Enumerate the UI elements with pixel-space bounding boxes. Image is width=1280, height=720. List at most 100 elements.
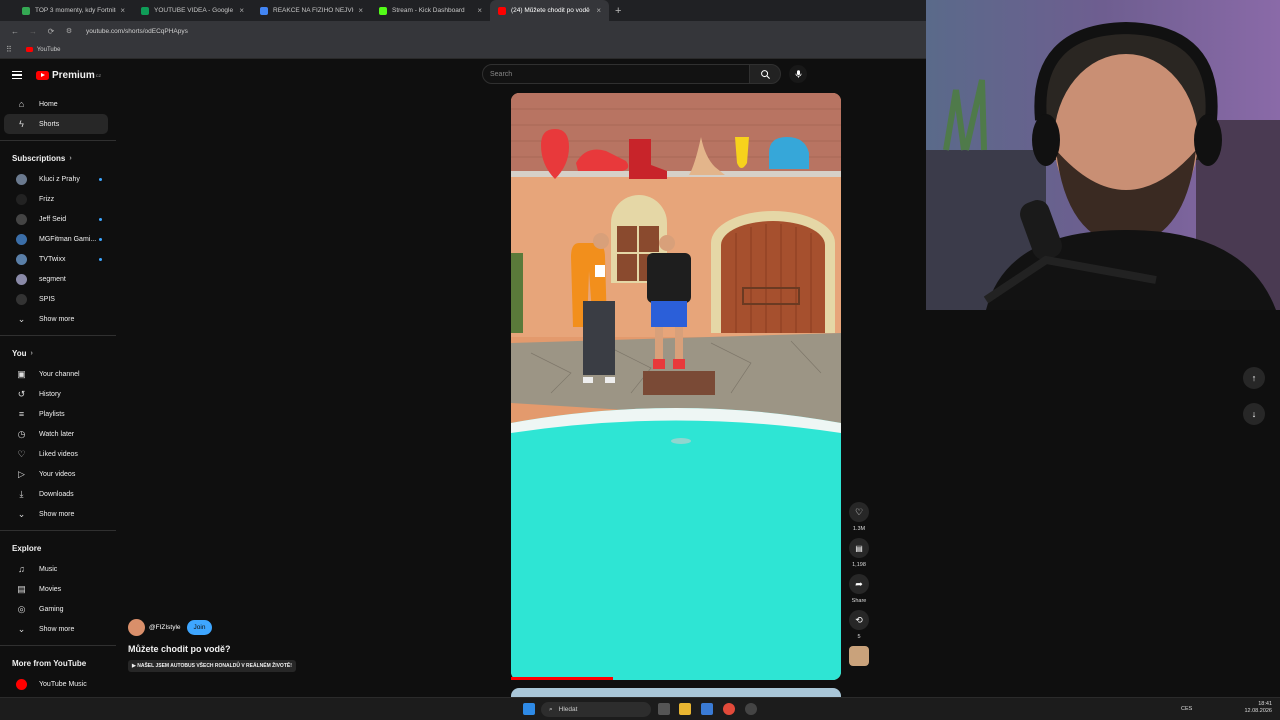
close-tab-icon[interactable]: × (596, 6, 601, 15)
close-tab-icon[interactable]: × (477, 6, 482, 15)
bookmark-youtube[interactable]: YouTube (37, 47, 61, 53)
channel-avatar (16, 193, 27, 205)
task-view-icon[interactable] (658, 703, 670, 715)
youtube-music-icon (16, 678, 27, 690)
next-short-button[interactable]: ↓ (1243, 403, 1265, 425)
menu-icon[interactable] (12, 71, 22, 79)
comment-icon: ▤ (855, 543, 863, 553)
browser-tab[interactable]: YOUTUBE VIDEA - Google Shee × (133, 0, 252, 21)
short-video-player[interactable] (511, 93, 841, 680)
new-content-indicator (99, 257, 102, 261)
shorts-icon: ϟ (19, 119, 24, 129)
search-input[interactable]: Search (482, 64, 750, 84)
sidebar-item-playlists[interactable]: ≡ Playlists (4, 404, 108, 424)
clock[interactable]: 18:41 12.08.2026 (1244, 701, 1272, 715)
you-show-more[interactable]: ⌄ Show more (4, 504, 108, 524)
subscription-item[interactable]: Kluci z Prahy (4, 169, 108, 189)
browser-tab[interactable]: (24) Můžete chodit po vodě × (490, 0, 609, 21)
sidebar-item-music[interactable]: ♫ Music (4, 559, 108, 579)
close-tab-icon[interactable]: × (358, 6, 363, 15)
input-language[interactable]: CES (1181, 706, 1192, 712)
reload-icon[interactable]: ⟳ (42, 27, 60, 36)
voice-search-button[interactable] (789, 65, 807, 83)
comments-button[interactable]: ▤ (849, 538, 869, 558)
previous-short-button[interactable]: ↑ (1243, 367, 1265, 389)
sidebar-item-your-channel[interactable]: ▣ Your channel (4, 364, 108, 384)
sidebar-item-label: History (39, 390, 61, 398)
back-icon[interactable]: ← (6, 27, 24, 36)
you-header[interactable]: You › (0, 342, 116, 364)
tab-favicon-icon (379, 6, 387, 15)
youtube-logo[interactable]: Premium CZ (36, 70, 101, 81)
sidebar-item-label: Your channel (39, 370, 80, 378)
subscriptions-header[interactable]: Subscriptions › (0, 147, 116, 169)
remix-count: 5 (857, 634, 861, 640)
new-tab-button[interactable]: + (615, 5, 621, 17)
sidebar-item-watch-later[interactable]: ◷ Watch later (4, 424, 108, 444)
close-tab-icon[interactable]: × (120, 6, 125, 15)
sound-thumbnail[interactable] (849, 646, 869, 666)
forward-icon[interactable]: → (24, 27, 42, 36)
app-icon[interactable] (745, 703, 757, 715)
share-label: Share (851, 598, 867, 604)
share-button[interactable]: ➦ (849, 574, 869, 594)
browser-tab[interactable]: TOP 3 momenty, kdy Fortnite S × (14, 0, 133, 21)
tab-favicon-icon (141, 6, 149, 15)
arrow-down-icon: ↓ (1251, 409, 1257, 419)
like-button[interactable]: ♡ (849, 502, 869, 522)
explore-show-more[interactable]: ⌄ Show more (4, 619, 108, 639)
tab-title: YOUTUBE VIDEA - Google Shee (154, 7, 235, 14)
sidebar-item-label: Shorts (39, 120, 60, 128)
channel-avatar[interactable] (128, 619, 145, 636)
subscription-item[interactable]: MGFitman Gami... (4, 229, 108, 249)
channel-handle[interactable]: @FIZIstyle (149, 624, 181, 631)
subscription-item[interactable]: Jeff Seid (4, 209, 108, 229)
sidebar-item-your-videos[interactable]: ▷ Your videos (4, 464, 108, 484)
store-icon[interactable] (701, 703, 713, 715)
browser-tab[interactable]: REAKCE NA FIZIHO NEJVIC OB × (252, 0, 371, 21)
site-info-icon[interactable]: ⚙ (60, 27, 78, 35)
channel-avatar (16, 233, 27, 245)
join-button[interactable]: Join (186, 620, 213, 635)
start-icon[interactable] (523, 703, 535, 715)
tab-title: (24) Můžete chodit po vodě (511, 7, 590, 14)
sidebar-item-youtube-music[interactable]: YouTube Music (4, 674, 108, 694)
remix-button[interactable]: ⟲ (849, 610, 869, 630)
subscription-item[interactable]: Frizz (4, 189, 108, 209)
subscription-label: SPIS (39, 295, 55, 303)
search-button[interactable] (749, 64, 781, 84)
address-bar: ← → ⟳ ⚙ youtube.com/shorts/odECqPHApys (0, 21, 926, 41)
sidebar-item-label: Music (39, 565, 58, 573)
related-video-link[interactable]: ▶ NAŠEL JSEM AUTOBUS VŠECH RONALDŮ V REÁ… (128, 660, 296, 672)
gaming-icon: ◎ (17, 603, 26, 614)
sidebar-item-liked-videos[interactable]: ♡ Liked videos (4, 444, 108, 464)
subscription-label: Kluci z Prahy (39, 175, 80, 183)
taskbar-search[interactable]: ⌕ Hledat (541, 702, 651, 717)
sidebar-item-shorts[interactable]: ϟ Shorts (4, 114, 108, 134)
subscription-item[interactable]: SPIS (4, 289, 108, 309)
sidebar-item-downloads[interactable]: ⤓ Downloads (4, 484, 108, 504)
video-progress-bar[interactable] (511, 677, 614, 680)
comment-count: 1,198 (852, 562, 866, 568)
short-title: Můžete chodit po vodě? (128, 644, 231, 654)
url-field[interactable]: youtube.com/shorts/odECqPHApys (86, 28, 188, 35)
browser-tab-bar: TOP 3 momenty, kdy Fortnite S × YOUTUBE VI… (0, 0, 926, 21)
sidebar: Premium CZ ⌂ Home ϟ Shorts Subscriptions › K… (0, 60, 116, 710)
tab-title: TOP 3 momenty, kdy Fortnite S (35, 7, 117, 14)
new-content-indicator (99, 217, 102, 221)
apps-icon[interactable]: ⠿ (6, 45, 12, 54)
subscriptions-show-more[interactable]: ⌄ Show more (4, 309, 108, 329)
sidebar-item-home[interactable]: ⌂ Home (4, 94, 108, 114)
browser-tab[interactable]: Stream - Kick Dashboard × (371, 0, 490, 21)
close-tab-icon[interactable]: × (239, 6, 244, 15)
tab-title: Stream - Kick Dashboard (392, 7, 465, 14)
sidebar-item-history[interactable]: ↺ History (4, 384, 108, 404)
file-explorer-icon[interactable] (679, 703, 691, 715)
sidebar-item-movies[interactable]: ▤ Movies (4, 579, 108, 599)
subscription-item[interactable]: segment (4, 269, 108, 289)
subscription-item[interactable]: TVTwixx (4, 249, 108, 269)
chevron-down-icon: ⌄ (17, 313, 26, 324)
downloads-icon: ⤓ (19, 488, 24, 499)
chrome-icon[interactable] (723, 703, 735, 715)
sidebar-item-gaming[interactable]: ◎ Gaming (4, 599, 108, 619)
